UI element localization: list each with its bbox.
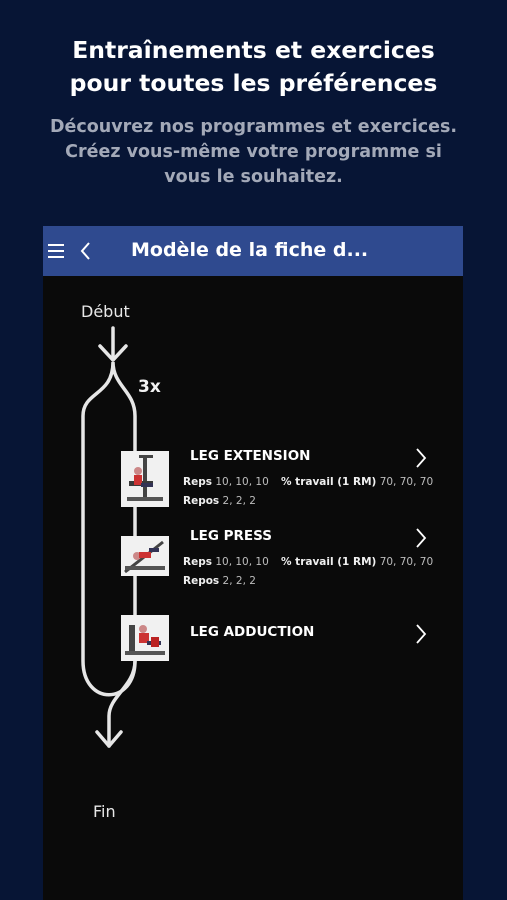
reps-value: 10, 10, 10 [215,556,269,568]
rest-detail: Repos 2, 2, 2 [183,575,256,587]
reps-detail: Reps 10, 10, 10 [183,476,269,488]
reps-label: Reps [183,556,212,568]
exercise-name: LEG EXTENSION [190,448,311,464]
chevron-left-icon[interactable] [78,240,94,262]
promo-title: Entraînements et exercices pour toutes l… [69,36,438,97]
exercise-thumbnail [121,451,169,507]
chevron-right-icon[interactable] [414,446,428,470]
reps-value: 10, 10, 10 [215,476,269,488]
exercise-name: LEG ADDUCTION [190,624,315,640]
reps-detail: Reps 10, 10, 10 [183,556,269,568]
work-detail: % travail (1 RM) 70, 70, 70 [281,476,433,488]
exercise-name: LEG PRESS [190,528,272,544]
rest-value: 2, 2, 2 [222,495,256,507]
rounds-label: 3x [138,377,161,397]
rest-label: Repos [183,575,220,587]
promo-subtitle: Découvrez nos programmes et exercices. C… [49,117,458,187]
reps-label: Reps [183,476,212,488]
exercise-thumbnail [121,536,169,576]
flow-end-label: Fin [93,802,116,821]
work-label: % travail (1 RM) [281,556,377,568]
work-value: 70, 70, 70 [379,476,434,488]
rest-value: 2, 2, 2 [222,575,256,587]
work-detail: % travail (1 RM) 70, 70, 70 [281,556,433,568]
rest-detail: Repos 2, 2, 2 [183,495,256,507]
rest-label: Repos [183,495,220,507]
flow-start-label: Début [81,302,130,321]
page-title: Modèle de la fiche d... [131,239,369,261]
chevron-right-icon[interactable] [414,622,428,646]
exercise-thumbnail [121,615,169,661]
menu-icon[interactable] [46,240,68,262]
app-bar: Modèle de la fiche d... [43,226,463,276]
phone-screen: Modèle de la fiche d... Début 3x Fin LEG… [43,226,463,900]
chevron-right-icon[interactable] [414,526,428,550]
work-value: 70, 70, 70 [379,556,434,568]
work-label: % travail (1 RM) [281,476,377,488]
